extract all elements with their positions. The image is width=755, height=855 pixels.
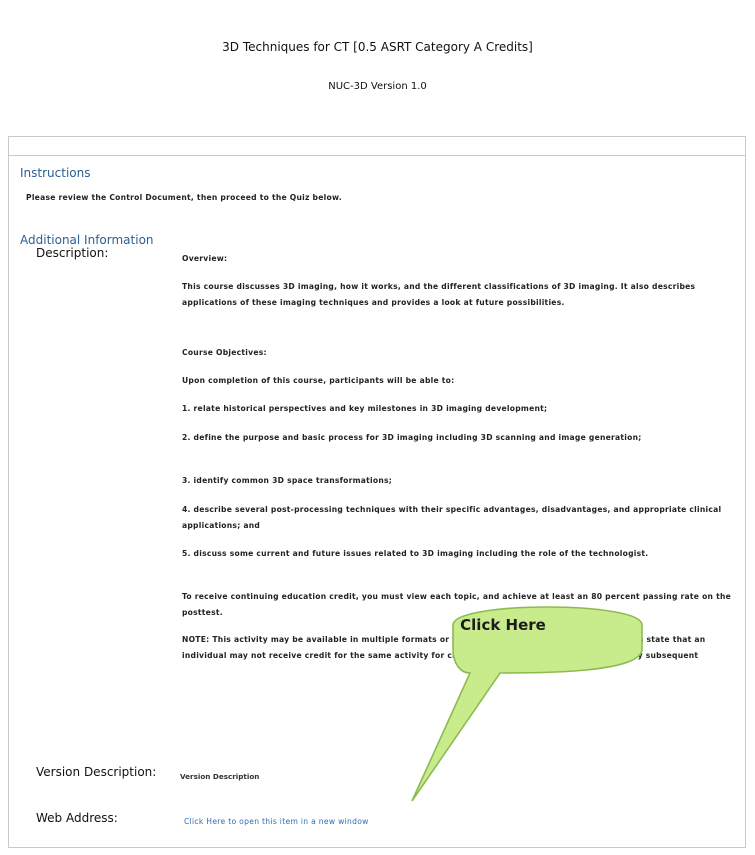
page-title: 3D Techniques for CT [0.5 ASRT Category … <box>222 40 533 54</box>
description-label: Description: <box>36 246 109 260</box>
click-here-callout-label[interactable]: Click Here <box>448 616 558 634</box>
version-description-value: Version Description <box>180 772 260 781</box>
version-code: NUC-3D Version 1.0 <box>328 81 427 92</box>
description-paragraph: 5. discuss some current and future issue… <box>182 549 649 558</box>
description-paragraph: 4. describe several post-processing tech… <box>182 505 722 530</box>
description-paragraph: 3. identify common 3D space transformati… <box>182 476 393 485</box>
panel-top-bar <box>9 137 745 156</box>
instructions-heading: Instructions <box>20 166 91 180</box>
description-paragraph: This course discusses 3D imaging, how it… <box>182 282 696 307</box>
course-info-panel: Instructions Please review the Control D… <box>8 136 746 848</box>
instructions-text: Please review the Control Document, then… <box>26 193 342 202</box>
version-description-label: Version Description: <box>36 765 157 779</box>
description-paragraph: 2. define the purpose and basic process … <box>182 433 642 442</box>
description-paragraph: NOTE: This activity may be available in … <box>182 635 706 660</box>
description-paragraph: Course Objectives: <box>182 348 267 357</box>
description-paragraph: Overview: <box>182 254 228 263</box>
additional-information-heading: Additional Information <box>20 233 154 247</box>
web-address-label: Web Address: <box>36 811 118 825</box>
open-in-new-window-link[interactable]: Click Here to open this item in a new wi… <box>184 817 369 826</box>
description-paragraph: 1. relate historical perspectives and ke… <box>182 404 548 413</box>
description-paragraph: Upon completion of this course, particip… <box>182 376 455 385</box>
